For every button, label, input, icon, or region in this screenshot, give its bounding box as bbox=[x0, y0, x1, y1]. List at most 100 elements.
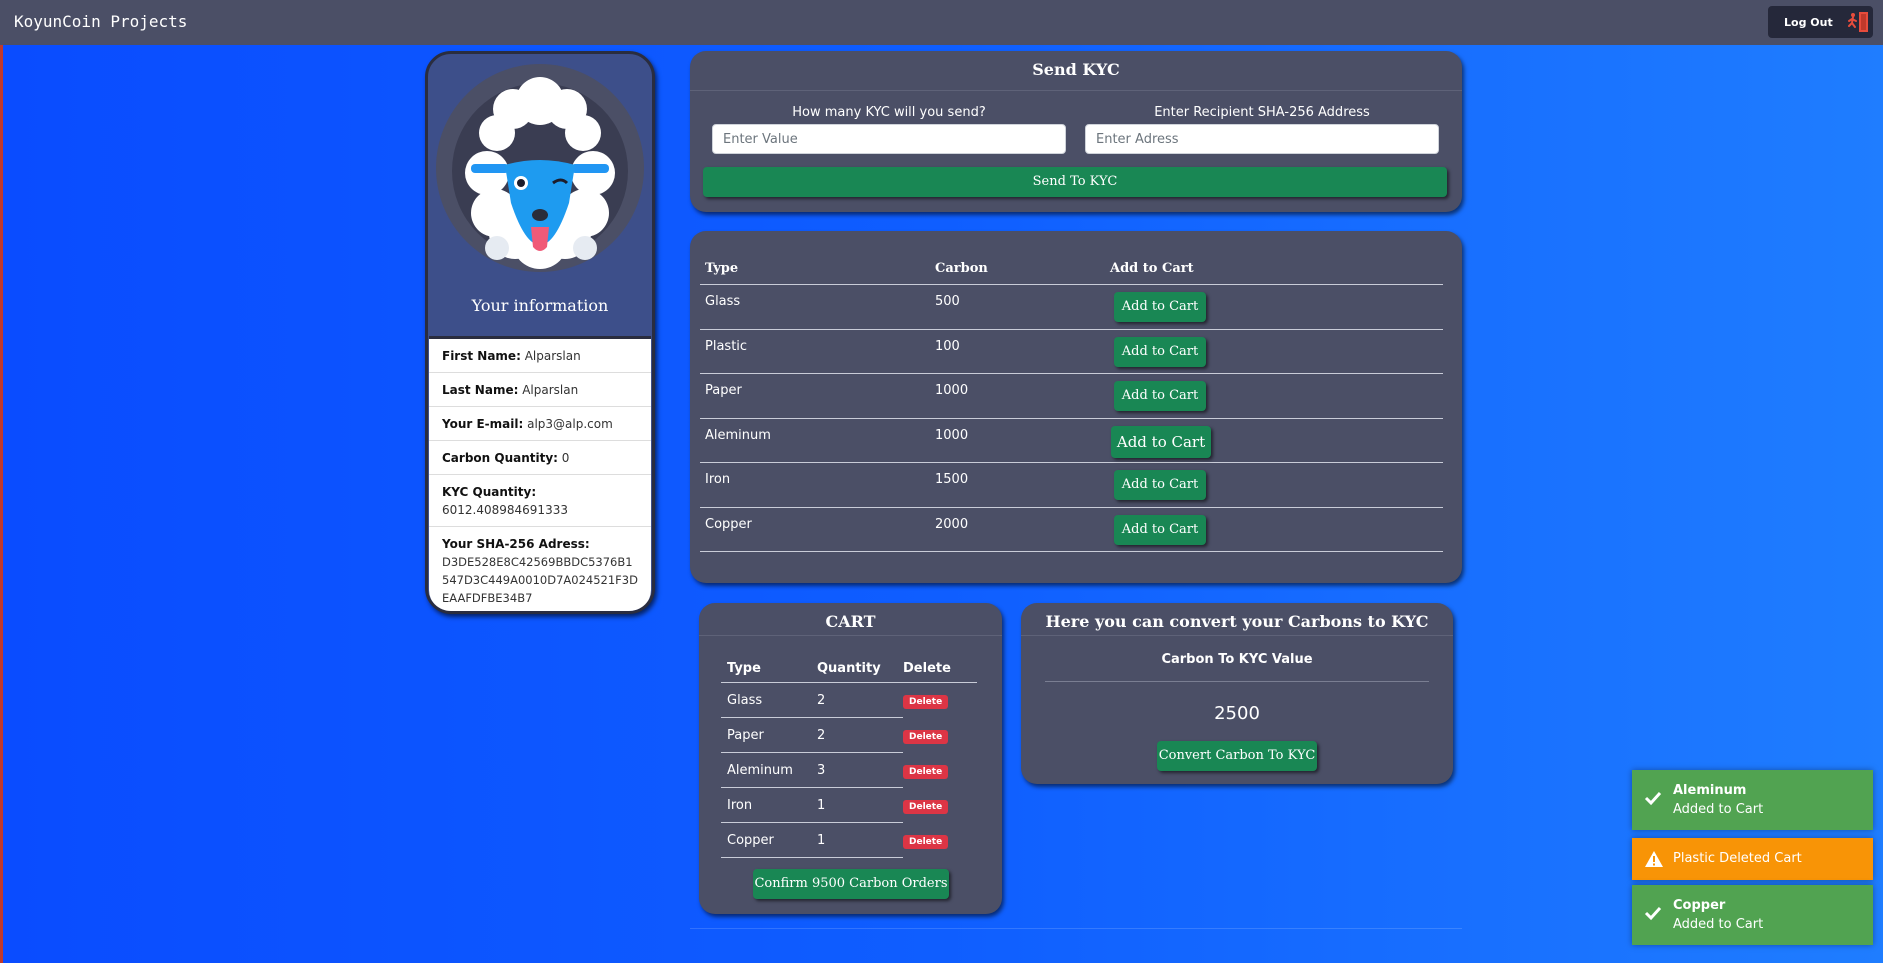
info-last-name: Last Name: Alparslan bbox=[429, 373, 651, 407]
info-value: Alparslan bbox=[524, 349, 581, 363]
info-label: Your SHA-256 Adress: bbox=[442, 537, 590, 551]
material-carbon: 1000 bbox=[935, 383, 969, 398]
delete-button[interactable]: Delete bbox=[903, 729, 949, 744]
profile-title: Your information bbox=[471, 296, 609, 315]
cart-item-quantity: 3 bbox=[817, 753, 903, 788]
cart-title: CART bbox=[699, 603, 1002, 636]
cart-item-quantity: 2 bbox=[817, 718, 903, 753]
header-type: Type bbox=[727, 661, 761, 676]
info-carbon-quantity: Carbon Quantity: 0 bbox=[429, 441, 651, 475]
table-row: Paper 1000 Add to Cart bbox=[700, 374, 1443, 419]
materials-table: Type Carbon Add to Cart Glass 500 Add to… bbox=[700, 255, 1443, 552]
header-delete: Delete bbox=[903, 661, 951, 676]
material-carbon: 1000 bbox=[935, 427, 969, 443]
check-icon bbox=[1644, 905, 1662, 925]
add-to-cart-button[interactable]: Add to Cart bbox=[1111, 425, 1211, 458]
send-kyc-title: Send KYC bbox=[690, 51, 1462, 91]
toast-title: Copper bbox=[1673, 898, 1726, 913]
send-kyc-button[interactable]: Send To KYC bbox=[703, 167, 1447, 197]
address-label: Enter Recipient SHA-256 Address bbox=[1154, 105, 1370, 120]
send-kyc-card: Send KYC How many KYC will you send? Ent… bbox=[690, 51, 1462, 212]
toast-success[interactable]: Aleminum Added to Cart bbox=[1632, 770, 1873, 830]
cart-item-quantity: 2 bbox=[817, 683, 903, 718]
add-to-cart-button[interactable]: Add to Cart bbox=[1114, 514, 1206, 545]
table-row: Iron 1 Delete bbox=[721, 788, 977, 823]
info-sha256-address: Your SHA-256 Adress: D3DE528E8C42569BBDC… bbox=[429, 527, 651, 611]
table-row: Iron 1500 Add to Cart bbox=[700, 463, 1443, 508]
check-icon bbox=[1644, 790, 1662, 810]
info-value: 0 bbox=[561, 451, 570, 465]
convert-value-label: Carbon To KYC Value bbox=[1161, 652, 1313, 667]
cart-card: CART Type Quantity Delete Glass 2 Delete… bbox=[699, 603, 1002, 914]
material-type: Copper bbox=[705, 516, 752, 532]
cart-item-quantity: 1 bbox=[817, 788, 903, 823]
table-row: Copper 1 Delete bbox=[721, 823, 977, 858]
info-value: 6012.408984691333 bbox=[442, 503, 568, 517]
material-carbon: 2000 bbox=[935, 516, 969, 532]
exit-door-icon bbox=[1847, 11, 1869, 33]
cart-item-quantity: 1 bbox=[817, 823, 903, 858]
table-row: Aleminum 3 Delete bbox=[721, 753, 977, 788]
header-quantity: Quantity bbox=[817, 661, 881, 676]
toast-warning[interactable]: Plastic Deleted Cart bbox=[1632, 838, 1873, 880]
header-type: Type bbox=[705, 261, 739, 276]
add-to-cart-button[interactable]: Add to Cart bbox=[1114, 292, 1206, 322]
convert-value: 2500 bbox=[1214, 703, 1260, 724]
cart-table: Type Quantity Delete Glass 2 Delete Pape… bbox=[721, 655, 977, 858]
info-label: KYC Quantity: bbox=[442, 485, 537, 499]
cart-item-type: Paper bbox=[721, 718, 817, 753]
warning-icon bbox=[1644, 850, 1664, 872]
toast-message: Plastic Deleted Cart bbox=[1673, 851, 1802, 866]
table-row: Copper 2000 Add to Cart bbox=[700, 508, 1443, 552]
cart-item-type: Glass bbox=[721, 683, 817, 718]
info-label: Your E-mail: bbox=[442, 417, 524, 431]
kyc-amount-input[interactable] bbox=[712, 124, 1066, 154]
table-row: Glass 2 Delete bbox=[721, 683, 977, 718]
logout-button[interactable]: Log Out bbox=[1768, 6, 1873, 38]
table-row: Paper 2 Delete bbox=[721, 718, 977, 753]
add-to-cart-button[interactable]: Add to Cart bbox=[1114, 470, 1206, 500]
info-value: alp3@alp.com bbox=[527, 417, 613, 431]
delete-button[interactable]: Delete bbox=[903, 764, 949, 779]
material-type: Paper bbox=[705, 383, 742, 398]
materials-table-header: Type Carbon Add to Cart bbox=[700, 255, 1443, 285]
table-row: Aleminum 1000 Add to Cart bbox=[700, 419, 1443, 463]
recipient-address-input[interactable] bbox=[1085, 124, 1439, 154]
table-row: Glass 500 Add to Cart bbox=[700, 285, 1443, 330]
info-label: Carbon Quantity: bbox=[442, 451, 558, 465]
material-type: Aleminum bbox=[705, 427, 771, 443]
cart-table-header: Type Quantity Delete bbox=[721, 655, 977, 683]
info-email: Your E-mail: alp3@alp.com bbox=[429, 407, 651, 441]
info-value: D3DE528E8C42569BBDC5376B1547D3C449A0010D… bbox=[442, 555, 638, 605]
divider bbox=[1045, 681, 1429, 682]
info-label: Last Name: bbox=[442, 383, 519, 397]
amount-label: How many KYC will you send? bbox=[792, 105, 986, 120]
material-carbon: 500 bbox=[935, 294, 960, 309]
toast-title: Aleminum bbox=[1673, 783, 1747, 798]
toast-message: Added to Cart bbox=[1673, 917, 1764, 932]
cart-item-type: Iron bbox=[721, 788, 817, 823]
delete-button[interactable]: Delete bbox=[903, 834, 949, 849]
divider bbox=[690, 928, 1462, 929]
convert-carbon-button[interactable]: Convert Carbon To KYC bbox=[1157, 741, 1317, 771]
confirm-orders-button[interactable]: Confirm 9500 Carbon Orders bbox=[753, 869, 949, 899]
material-type: Iron bbox=[705, 472, 731, 487]
info-first-name: First Name: Alparslan bbox=[429, 339, 651, 373]
info-value: Alparslan bbox=[522, 383, 579, 397]
toast-success[interactable]: Copper Added to Cart bbox=[1632, 885, 1873, 945]
info-label: First Name: bbox=[442, 349, 521, 363]
delete-button[interactable]: Delete bbox=[903, 694, 949, 709]
info-kyc-quantity: KYC Quantity: 6012.408984691333 bbox=[429, 475, 651, 527]
cart-item-type: Aleminum bbox=[721, 753, 817, 788]
materials-card: Type Carbon Add to Cart Glass 500 Add to… bbox=[690, 231, 1462, 583]
profile-card: Your information First Name: Alparslan L… bbox=[425, 51, 655, 614]
brand-title[interactable]: KoyunCoin Projects bbox=[14, 12, 187, 31]
add-to-cart-button[interactable]: Add to Cart bbox=[1114, 381, 1206, 411]
window-edge bbox=[0, 0, 3, 963]
delete-button[interactable]: Delete bbox=[903, 799, 949, 814]
add-to-cart-button[interactable]: Add to Cart bbox=[1114, 336, 1206, 367]
header-add-to-cart: Add to Cart bbox=[1110, 261, 1194, 276]
material-carbon: 1500 bbox=[935, 472, 969, 487]
header-carbon: Carbon bbox=[935, 261, 988, 276]
logout-label: Log Out bbox=[1784, 15, 1833, 29]
